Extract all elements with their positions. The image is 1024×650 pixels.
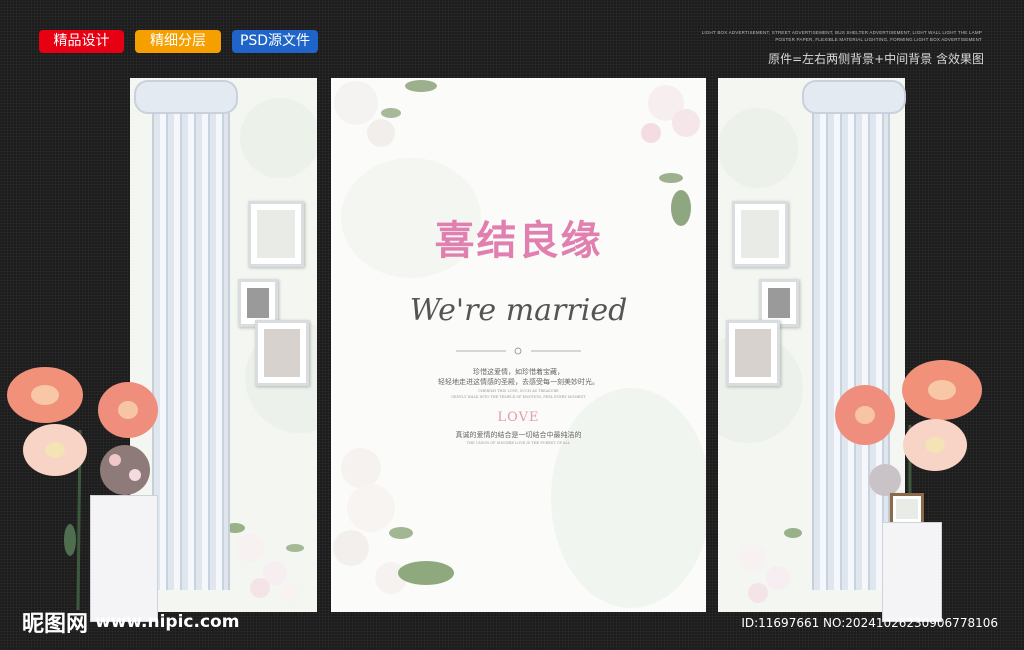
photo-frame-left-1 bbox=[248, 201, 304, 267]
tagline-english: THE UNION OF SINCERE LOVE IS THE PUREST … bbox=[466, 441, 571, 445]
small-english-2: GENTLY WALK INTO THE TEMPLE OF EMOTION, … bbox=[451, 395, 586, 399]
divider-ornament bbox=[456, 347, 581, 355]
love-text: LOVE bbox=[497, 410, 540, 425]
right-panel-flowers bbox=[739, 528, 802, 603]
fine-print-line-1: LIGHT BOX ADVERTISEMENT, STREET ADVERTIS… bbox=[701, 30, 982, 35]
small-english-1: CHERISH THIS LOVE, SUCH AS TREASURE bbox=[478, 389, 559, 393]
right-column-capital bbox=[802, 80, 906, 114]
right-pedestal-frame bbox=[890, 493, 924, 525]
center-top-right-flowers bbox=[641, 85, 700, 226]
body-line-2: 轻轻地走进这情感的圣殿，去感受每一刻美妙时光。 bbox=[438, 378, 599, 386]
fine-print-line-2: POSTER PAPER, FLEXIBLE MATERIAL LIGHTING… bbox=[775, 37, 982, 42]
tagline: 真诚的爱情的结合是一切结合中最纯洁的 bbox=[455, 431, 582, 439]
left-panel-flowers bbox=[225, 523, 304, 602]
photo-frame-right-1 bbox=[732, 201, 788, 267]
left-column-capital bbox=[134, 80, 238, 114]
center-panel: 喜结良缘 We're married 珍惜这爱情，如珍惜着宝藏， 轻轻地走进这情… bbox=[331, 78, 706, 612]
photo-frame-right-3 bbox=[726, 320, 780, 386]
watermark-logo: 昵图网 bbox=[22, 612, 89, 637]
body-line-1: 珍惜这爱情，如珍惜着宝藏， bbox=[473, 368, 564, 376]
title-chinese: 喜结良缘 bbox=[434, 217, 603, 264]
image-id: ID:11697661 NO:20241026230906778106 bbox=[741, 616, 998, 630]
badge-fine-design: 精品设计 bbox=[39, 30, 124, 53]
badge-fine-layers: 精细分层 bbox=[135, 30, 221, 53]
watermark-url: www.nipic.com bbox=[95, 612, 240, 632]
center-bottom-left-flowers bbox=[333, 448, 454, 594]
center-floral-bg bbox=[333, 80, 706, 608]
badge-psd-source: PSD源文件 bbox=[232, 30, 318, 53]
right-pedestal bbox=[882, 522, 942, 622]
title-english: We're married bbox=[409, 293, 628, 328]
photo-frame-left-3 bbox=[255, 320, 309, 386]
file-contents-note: 原件=左右两侧背景+中间背景 含效果图 bbox=[768, 52, 984, 66]
center-top-left-flowers bbox=[334, 80, 437, 147]
left-pedestal bbox=[90, 495, 158, 622]
